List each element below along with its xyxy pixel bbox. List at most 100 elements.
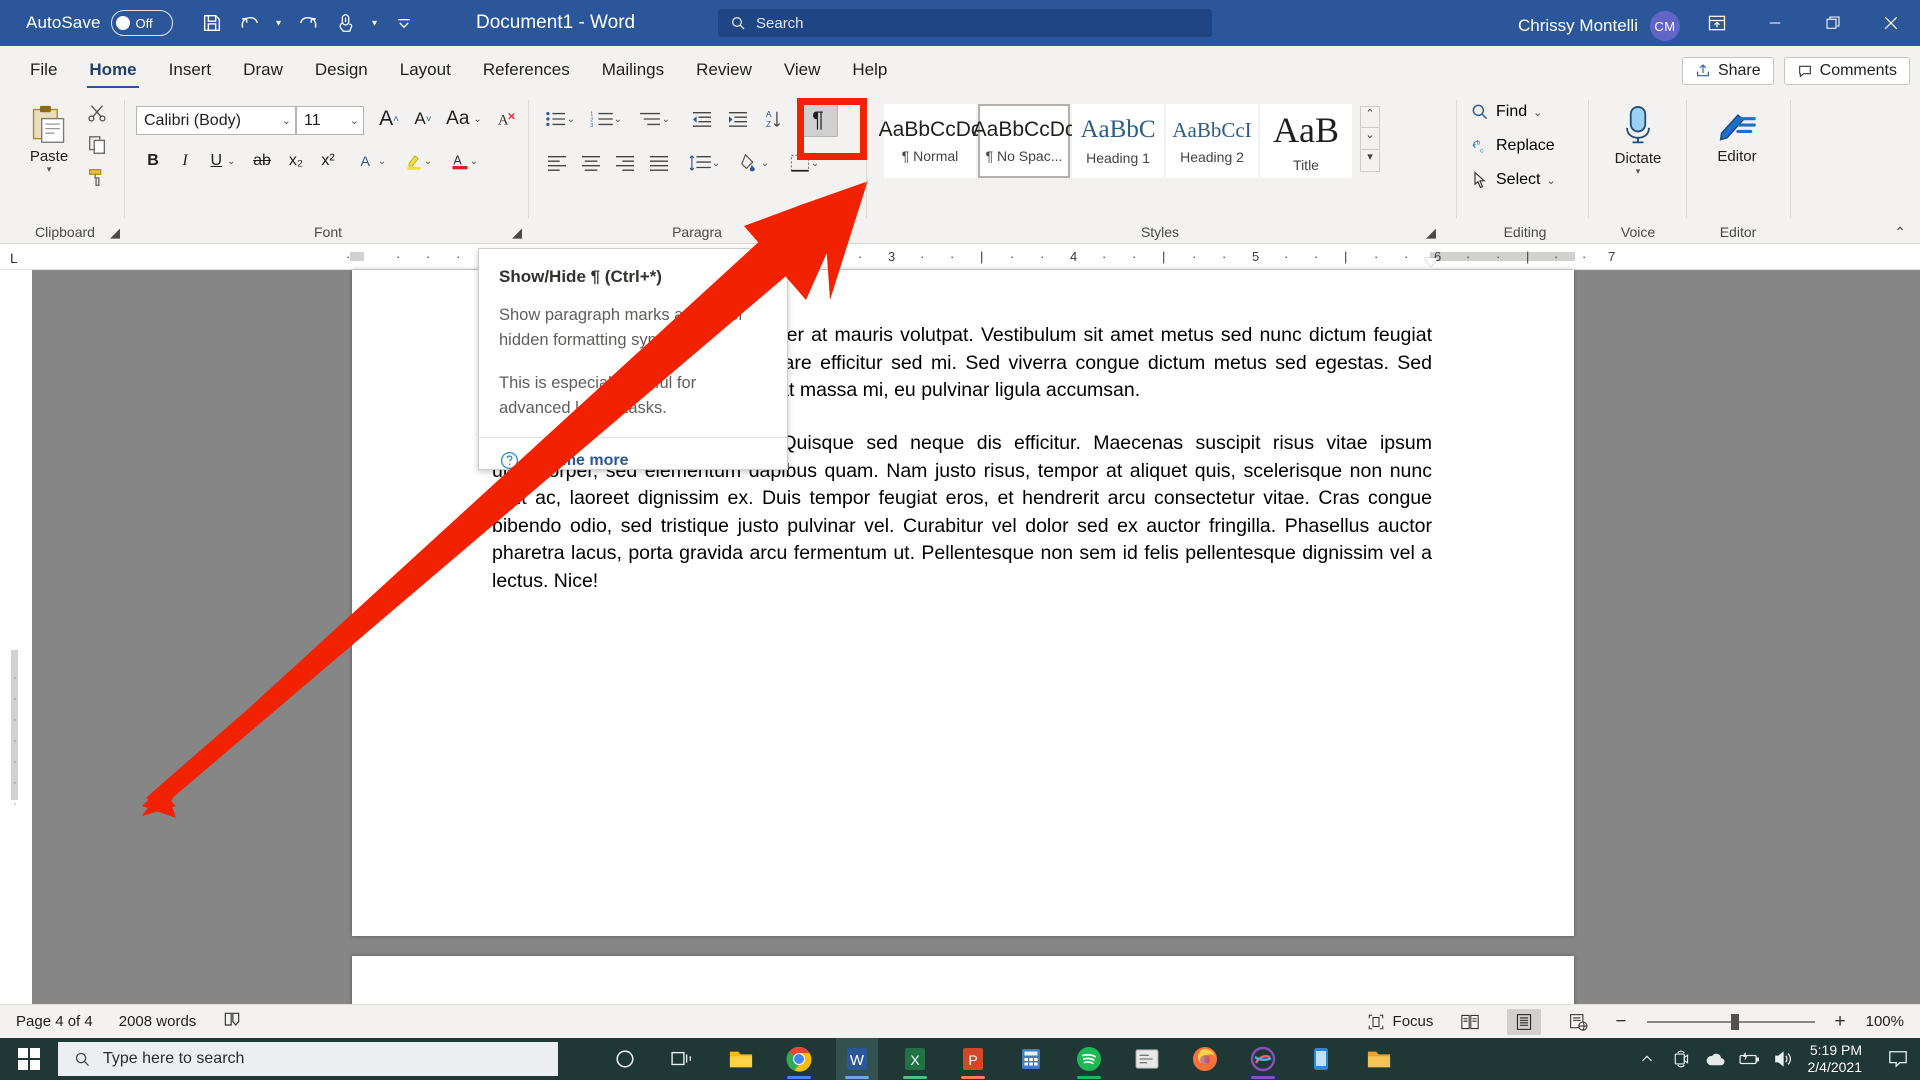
- styles-dialog-launcher[interactable]: ◢: [1426, 225, 1436, 241]
- zoom-out-button[interactable]: −: [1615, 1011, 1626, 1033]
- proofing-icon[interactable]: [222, 1010, 242, 1034]
- paste-button[interactable]: Paste ▾: [16, 104, 82, 174]
- style-title[interactable]: AaB Title: [1260, 104, 1352, 178]
- taskbar-search-input[interactable]: Type here to search: [58, 1042, 558, 1076]
- word-count-label[interactable]: 2008 words: [119, 1013, 197, 1030]
- taskbar-app-firefox[interactable]: [1184, 1038, 1226, 1080]
- taskbar-clock[interactable]: 5:19 PM 2/4/2021: [1808, 1042, 1863, 1076]
- windows-start-icon[interactable]: [0, 1038, 58, 1080]
- touch-mode-icon[interactable]: [329, 6, 363, 40]
- tab-insert[interactable]: Insert: [153, 60, 228, 90]
- dictate-dropdown-icon[interactable]: ▾: [1636, 167, 1641, 176]
- camera-icon[interactable]: [1664, 1038, 1698, 1080]
- tab-home[interactable]: Home: [73, 60, 152, 90]
- show-hidden-icons[interactable]: [1630, 1038, 1664, 1080]
- horizontal-ruler[interactable]: L · · · · · 1 · · | · · 2 · · | · ·: [0, 244, 1920, 270]
- align-left-button[interactable]: [540, 148, 574, 178]
- print-layout-button[interactable]: [1507, 1008, 1542, 1035]
- style-normal[interactable]: AaBbCcDc ¶ Normal: [879, 104, 981, 178]
- strikethrough-button[interactable]: ab: [246, 146, 278, 176]
- taskbar-app-sticky-notes[interactable]: [1126, 1038, 1168, 1080]
- increase-indent-button[interactable]: [720, 104, 756, 134]
- copy-button[interactable]: [86, 134, 108, 161]
- touch-mode-dropdown-icon[interactable]: ▾: [367, 6, 383, 40]
- redo-icon[interactable]: [291, 6, 325, 40]
- taskbar-app-phone-link[interactable]: [1300, 1038, 1342, 1080]
- text-effects-button[interactable]: A ⌄: [350, 146, 394, 176]
- font-size-input[interactable]: 11 ⌄: [296, 106, 364, 135]
- font-size-dropdown-icon[interactable]: ⌄: [350, 114, 359, 127]
- styles-scroll-down-icon[interactable]: ⌄: [1360, 128, 1380, 150]
- font-dialog-launcher[interactable]: ◢: [512, 225, 522, 241]
- tab-draw[interactable]: Draw: [227, 60, 299, 90]
- zoom-thumb[interactable]: [1730, 1013, 1739, 1030]
- taskbar-app-microsoft-excel[interactable]: X: [894, 1038, 936, 1080]
- task-view-icon[interactable]: [662, 1038, 704, 1080]
- tab-view[interactable]: View: [768, 60, 837, 90]
- styles-more-icon[interactable]: ▾: [1360, 150, 1380, 172]
- justify-button[interactable]: [642, 148, 676, 178]
- underline-button[interactable]: U ⌄: [202, 146, 244, 176]
- zoom-slider[interactable]: [1646, 1013, 1815, 1030]
- notification-icon[interactable]: [1876, 1038, 1920, 1080]
- restore-button[interactable]: [1804, 0, 1862, 46]
- font-name-dropdown-icon[interactable]: ⌄: [282, 114, 291, 127]
- format-painter-button[interactable]: [86, 166, 108, 193]
- align-center-button[interactable]: [574, 148, 608, 178]
- focus-button[interactable]: Focus: [1367, 1013, 1433, 1031]
- find-dropdown-icon[interactable]: ⌄: [1533, 106, 1542, 119]
- paragraph-dialog-launcher[interactable]: ◢: [832, 225, 842, 241]
- onedrive-icon[interactable]: [1698, 1038, 1732, 1080]
- chevron-up-icon[interactable]: ⌃: [1894, 224, 1906, 241]
- select-dropdown-icon[interactable]: ⌄: [1546, 174, 1555, 187]
- select-button[interactable]: Select ⌄: [1470, 170, 1556, 190]
- styles-scroll-up-icon[interactable]: ⌃: [1360, 106, 1380, 128]
- ribbon-display-options-icon[interactable]: [1688, 0, 1746, 46]
- style-heading-2[interactable]: AaBbCcI Heading 2: [1166, 104, 1258, 178]
- read-mode-button[interactable]: [1453, 1009, 1487, 1035]
- customize-qat-icon[interactable]: [387, 6, 421, 40]
- dictate-button[interactable]: Dictate ▾: [1605, 104, 1671, 176]
- taskbar-app-microsoft-powerpoint[interactable]: P: [952, 1038, 994, 1080]
- volume-icon[interactable]: [1766, 1038, 1800, 1080]
- superscript-button[interactable]: x²: [312, 146, 344, 176]
- paste-dropdown-icon[interactable]: ▾: [47, 165, 52, 174]
- taskbar-app-google-chrome[interactable]: [778, 1038, 820, 1080]
- undo-dropdown-icon[interactable]: ▾: [271, 6, 287, 40]
- tab-mailings[interactable]: Mailings: [586, 60, 680, 90]
- font-color-button[interactable]: A ⌄: [442, 146, 486, 176]
- comments-button[interactable]: Comments: [1783, 57, 1910, 85]
- grow-font-button[interactable]: A ˄: [372, 104, 406, 134]
- tab-file[interactable]: File: [14, 60, 73, 90]
- taskbar-app-spotify[interactable]: [1068, 1038, 1110, 1080]
- bold-button[interactable]: B: [138, 146, 168, 176]
- taskbar-app-calculator[interactable]: [1010, 1038, 1052, 1080]
- multilevel-list-button[interactable]: ⌄: [632, 104, 676, 134]
- page-count-label[interactable]: Page 4 of 4: [16, 1013, 93, 1030]
- clipboard-dialog-launcher[interactable]: ◢: [110, 225, 120, 241]
- tab-help[interactable]: Help: [836, 60, 903, 90]
- subscript-button[interactable]: x₂: [280, 146, 312, 176]
- tab-design[interactable]: Design: [299, 60, 384, 90]
- share-button[interactable]: Share: [1681, 57, 1774, 85]
- tell-me-more-link[interactable]: Tell me more: [479, 438, 787, 483]
- taskbar-app-paint-3d[interactable]: [1242, 1038, 1284, 1080]
- zoom-in-button[interactable]: +: [1835, 1011, 1846, 1033]
- tab-review[interactable]: Review: [680, 60, 768, 90]
- tab-references[interactable]: References: [467, 60, 586, 90]
- replace-button[interactable]: bc Replace: [1470, 136, 1555, 156]
- search-input[interactable]: Search: [718, 9, 1212, 37]
- clear-formatting-button[interactable]: A: [490, 104, 524, 134]
- undo-icon[interactable]: [233, 6, 267, 40]
- style-no-spacing[interactable]: AaBbCcDc ¶ No Spac...: [973, 104, 1075, 178]
- numbering-button[interactable]: 123 ⌄: [584, 104, 628, 134]
- save-icon[interactable]: [195, 6, 229, 40]
- web-layout-button[interactable]: [1561, 1009, 1595, 1035]
- cortana-circle-icon[interactable]: [604, 1038, 646, 1080]
- autosave-toggle[interactable]: Off: [110, 10, 173, 36]
- sort-button[interactable]: A Z: [760, 104, 792, 134]
- tab-layout[interactable]: Layout: [384, 60, 467, 90]
- account-area[interactable]: Chrissy Montelli CM: [1518, 11, 1680, 41]
- find-button[interactable]: Find ⌄: [1470, 102, 1542, 122]
- taskbar-app-file-explorer[interactable]: [720, 1038, 762, 1080]
